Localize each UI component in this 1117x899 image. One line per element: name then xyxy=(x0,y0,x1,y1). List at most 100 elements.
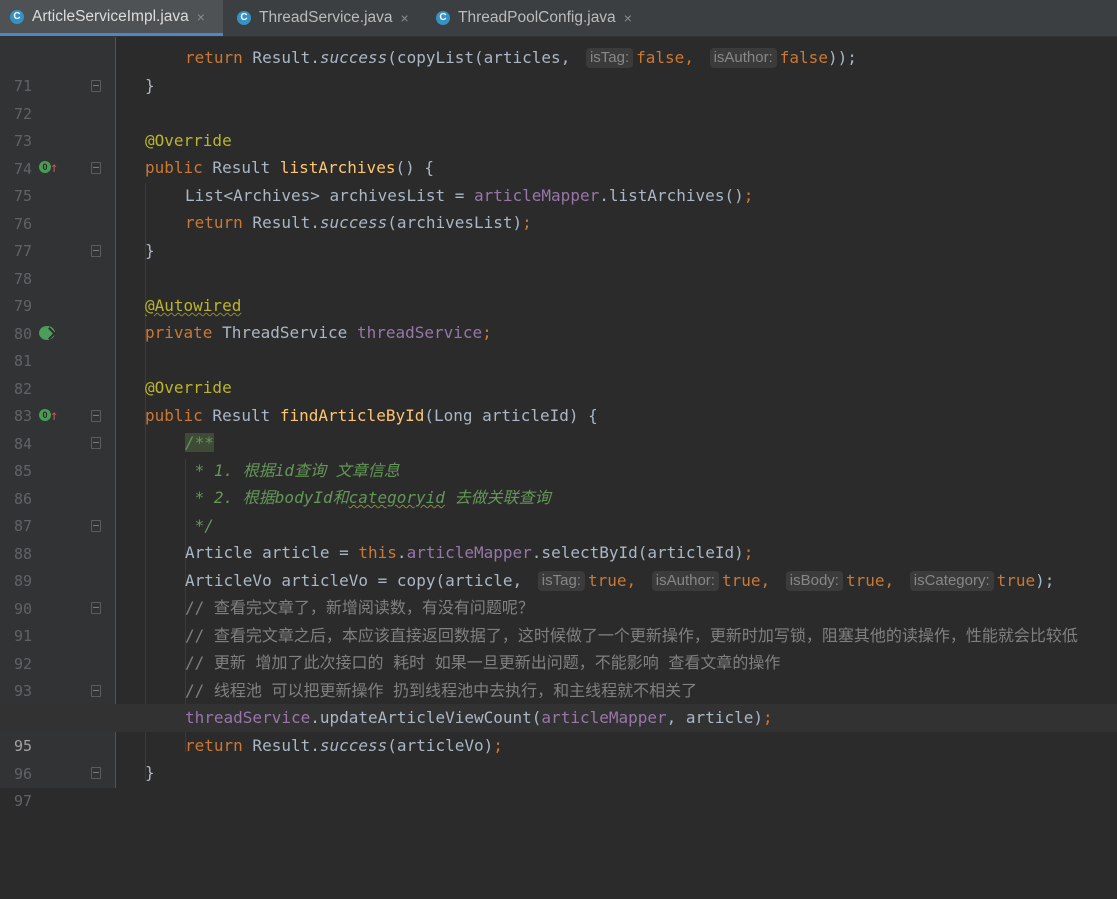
code-line[interactable]: 96 return Result.success(articleVo); xyxy=(0,732,1117,783)
code-token: )); xyxy=(827,48,857,67)
param-hint: isCategory: xyxy=(909,571,994,591)
fold-marker-icon[interactable] xyxy=(91,80,101,92)
code-token: success xyxy=(319,736,388,755)
bean-navigation-icon[interactable] xyxy=(39,326,55,340)
code-line[interactable]: 81 private ThreadService threadService; xyxy=(0,319,1117,370)
fold-marker-icon[interactable] xyxy=(91,410,101,422)
fold-marker-icon[interactable] xyxy=(91,162,101,174)
close-icon[interactable]: × xyxy=(197,9,205,25)
code-line[interactable]: 73 xyxy=(0,99,1117,150)
code-token: (archivesList) xyxy=(387,213,523,232)
code-line[interactable]: 77 return Result.success(archivesList); xyxy=(0,209,1117,260)
code-token: false xyxy=(636,48,685,67)
fold-marker-icon[interactable] xyxy=(91,685,101,697)
code-token: threadService xyxy=(185,708,311,727)
code-token: this xyxy=(358,543,397,562)
code-comment: // 线程池 可以把更新操作 扔到线程池中去执行，和主线程就不相关了 xyxy=(185,681,698,700)
code-line[interactable]: 86 * 1. 根据id查询 文章信息 xyxy=(0,457,1117,508)
tab-article-service-impl[interactable]: C ArticleServiceImpl.java × xyxy=(0,0,223,36)
code-line[interactable]: 89 Article article = this.articleMapper.… xyxy=(0,539,1117,590)
code-line[interactable]: 79 xyxy=(0,264,1117,315)
code-token: @Autowired xyxy=(145,296,242,315)
code-line[interactable]: 78 } xyxy=(0,237,1117,288)
code-token: ArticleVo articleVo = copy(article, xyxy=(185,571,532,590)
code-token: , article) xyxy=(666,708,763,727)
code-token: ; xyxy=(743,543,754,562)
override-arrow-icon[interactable]: ↑ xyxy=(50,154,58,182)
code-token: Result xyxy=(202,158,280,177)
code-line[interactable]: 87 * 2. 根据bodyId和categoryid 去做关联查询 xyxy=(0,484,1117,535)
code-line[interactable]: 90 ArticleVo articleVo = copy(article, i… xyxy=(0,567,1117,618)
code-token: , xyxy=(760,571,780,590)
code-token: ; xyxy=(743,186,754,205)
code-line-current[interactable]: 95 threadService.updateArticleViewCount(… xyxy=(0,704,1117,755)
fold-marker-icon[interactable] xyxy=(91,245,101,257)
code-editor[interactable]: 71 return Result.success(copyList(articl… xyxy=(0,37,1117,810)
code-token: } xyxy=(145,763,155,782)
code-token: articleMapper xyxy=(406,543,532,562)
code-token: Result. xyxy=(242,48,320,67)
code-token: findArticleById xyxy=(279,406,425,425)
code-line[interactable]: 75 0 ↑ public Result listArchives() { xyxy=(0,154,1117,205)
code-line[interactable]: 93 // 更新 增加了此次接口的 耗时 如果一旦更新出问题，不能影响 查看文章… xyxy=(0,649,1117,700)
code-line[interactable]: 80 @Autowired xyxy=(0,292,1117,343)
code-line[interactable]: 71 return Result.success(copyList(articl… xyxy=(0,44,1117,95)
code-line[interactable]: 91 // 查看完文章了，新增阅读数，有没有问题呢？ xyxy=(0,594,1117,645)
code-token: return xyxy=(185,213,243,232)
code-comment: // 查看完文章了，新增阅读数，有没有问题呢？ xyxy=(185,598,534,617)
code-token: List<Archives> archivesList = xyxy=(185,186,474,205)
code-token: true xyxy=(721,571,761,590)
code-line[interactable]: 76 List<Archives> archivesList = article… xyxy=(0,182,1117,233)
code-line[interactable]: 94 // 线程池 可以把更新操作 扔到线程池中去执行，和主线程就不相关了 xyxy=(0,677,1117,728)
code-token: , xyxy=(626,571,646,590)
code-token: Article article = xyxy=(185,543,359,562)
code-line[interactable]: 92 // 查看完文章之后，本应该直接返回数据了，这时候做了一个更新操作，更新时… xyxy=(0,622,1117,673)
override-arrow-icon[interactable]: ↑ xyxy=(50,402,58,430)
code-line[interactable]: 72 } xyxy=(0,72,1117,123)
fold-marker-icon[interactable] xyxy=(91,767,101,779)
fold-marker-icon[interactable] xyxy=(91,437,101,449)
code-token: (Long articleId) { xyxy=(424,406,598,425)
fold-marker-icon[interactable] xyxy=(91,520,101,532)
code-token: articleMapper xyxy=(473,186,600,205)
code-token: true xyxy=(996,571,1036,590)
code-token: , xyxy=(884,571,904,590)
code-line[interactable]: 74 @Override xyxy=(0,127,1117,178)
code-line[interactable]: 97 } xyxy=(0,759,1117,810)
code-token: } xyxy=(145,241,155,260)
code-token: , xyxy=(684,48,704,67)
code-token: * 2. 根据bodyId和 xyxy=(185,488,349,507)
tab-label: ArticleServiceImpl.java xyxy=(32,7,189,25)
code-token: */ xyxy=(185,516,214,535)
code-line[interactable]: 84 0 ↑ public Result findArticleById(Lon… xyxy=(0,402,1117,453)
close-icon[interactable]: × xyxy=(624,10,632,26)
tab-thread-pool-config[interactable]: C ThreadPoolConfig.java × xyxy=(428,0,653,36)
tab-thread-service[interactable]: C ThreadService.java × xyxy=(229,0,425,36)
code-token: Result xyxy=(202,406,280,425)
param-hint: isTag: xyxy=(585,48,634,68)
code-token: @Override xyxy=(145,378,232,397)
java-class-icon: C xyxy=(10,9,24,24)
param-hint: isAuthor: xyxy=(651,571,719,591)
code-token: 去做关联查询 xyxy=(444,488,551,507)
code-token: ; xyxy=(762,708,773,727)
code-token: categoryid xyxy=(348,488,445,507)
code-token: . xyxy=(396,543,407,562)
tab-label: ThreadService.java xyxy=(259,9,393,26)
tab-label: ThreadPoolConfig.java xyxy=(458,9,616,26)
code-token: listArchives xyxy=(279,158,396,177)
code-token: articleMapper xyxy=(541,708,667,727)
editor-tab-bar: C ArticleServiceImpl.java × C ThreadServ… xyxy=(0,0,1117,37)
code-token: return xyxy=(185,48,243,67)
close-icon[interactable]: × xyxy=(401,10,409,26)
code-comment: // 查看完文章之后，本应该直接返回数据了，这时候做了一个更新操作，更新时加写锁… xyxy=(185,626,1078,645)
code-token: success xyxy=(319,48,388,67)
code-line[interactable]: 88 */ xyxy=(0,512,1117,563)
code-line[interactable]: 82 xyxy=(0,347,1117,398)
code-line[interactable]: 85 /** xyxy=(0,429,1117,480)
code-line[interactable]: 83 @Override xyxy=(0,374,1117,425)
code-token: success xyxy=(319,213,388,232)
code-token: .selectById(articleId) xyxy=(531,543,744,562)
fold-marker-icon[interactable] xyxy=(91,602,101,614)
code-token: (articleVo) xyxy=(387,736,494,755)
